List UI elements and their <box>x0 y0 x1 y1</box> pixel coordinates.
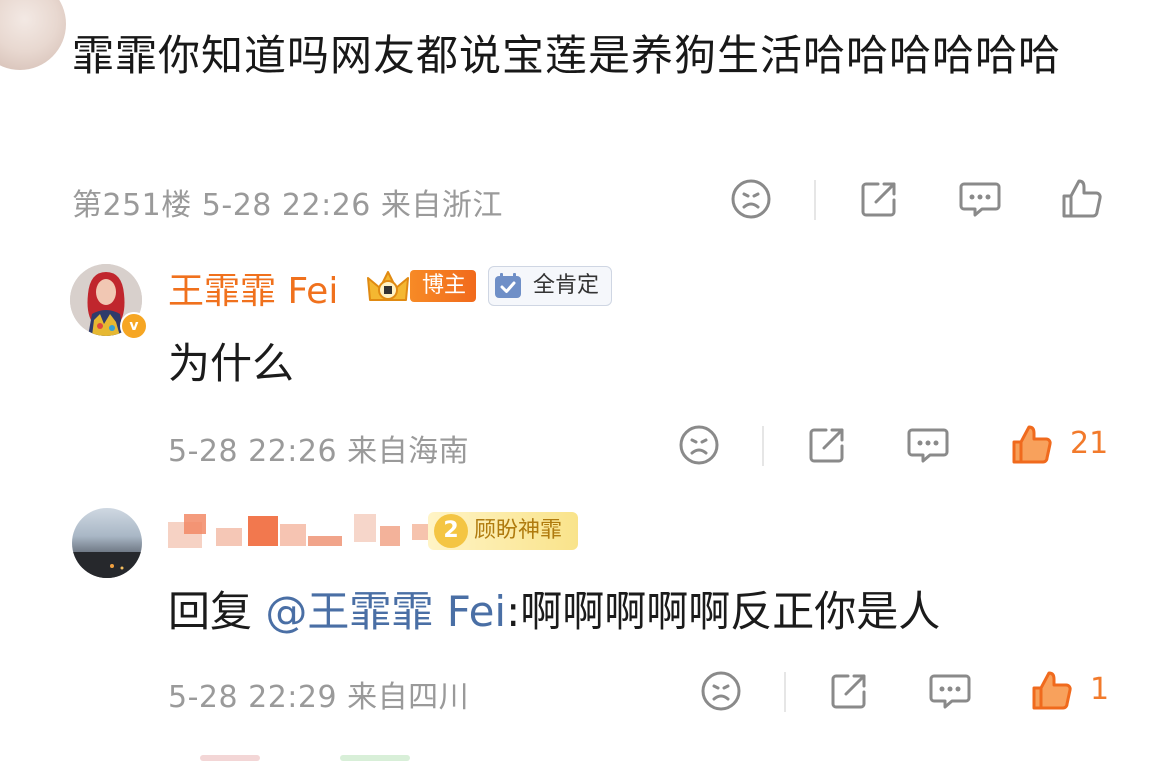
verified-v-icon: v <box>120 312 148 340</box>
divider <box>762 426 764 466</box>
reply-prefix: 回复 <box>168 587 266 636</box>
blogger-badge: 博主 <box>410 270 477 302</box>
user-reply-text: 回复 @王霏霏 Fei:啊啊啊啊啊反正你是人 <box>168 578 940 639</box>
user-avatar[interactable] <box>72 508 142 578</box>
comment-meta: 第251楼 5-28 22:26 来自浙江 <box>72 188 503 223</box>
share-icon[interactable] <box>828 670 870 712</box>
thumbs-up-filled-icon[interactable] <box>1030 668 1074 712</box>
frown-face-icon[interactable] <box>678 424 720 466</box>
fei-reply-text: 为什么 <box>168 339 295 388</box>
divider <box>784 672 786 712</box>
calendar-check-icon <box>494 273 522 303</box>
fan-level-icon: 2 <box>434 514 468 548</box>
share-icon[interactable] <box>806 424 848 466</box>
commenter-avatar[interactable] <box>0 0 66 70</box>
comment-icon[interactable] <box>928 670 972 712</box>
reply-suffix: :啊啊啊啊啊反正你是人 <box>506 587 941 636</box>
thumbs-up-icon[interactable] <box>1060 176 1104 220</box>
fei-username[interactable]: 王霏霏 Fei <box>168 262 338 314</box>
frown-face-icon[interactable] <box>730 178 772 220</box>
blurred-username[interactable] <box>168 508 458 554</box>
share-icon[interactable] <box>858 178 900 220</box>
user-reply-meta: 5-28 22:29 来自四川 <box>168 680 470 715</box>
comment-icon[interactable] <box>906 424 950 466</box>
comment-icon[interactable] <box>958 178 1002 220</box>
divider <box>814 180 816 220</box>
like-count: 1 <box>1090 672 1110 707</box>
thumbs-up-filled-icon[interactable] <box>1010 422 1054 466</box>
next-comment-edge <box>200 746 420 761</box>
comment-text: 霏霏你知道吗网友都说宝莲是养狗生活哈哈哈哈哈哈 <box>72 31 1062 80</box>
frown-face-icon[interactable] <box>700 670 742 712</box>
mention-link[interactable]: @王霏霏 Fei <box>265 587 506 636</box>
like-count: 21 <box>1070 426 1109 461</box>
fei-reply-meta: 5-28 22:26 来自海南 <box>168 434 470 469</box>
